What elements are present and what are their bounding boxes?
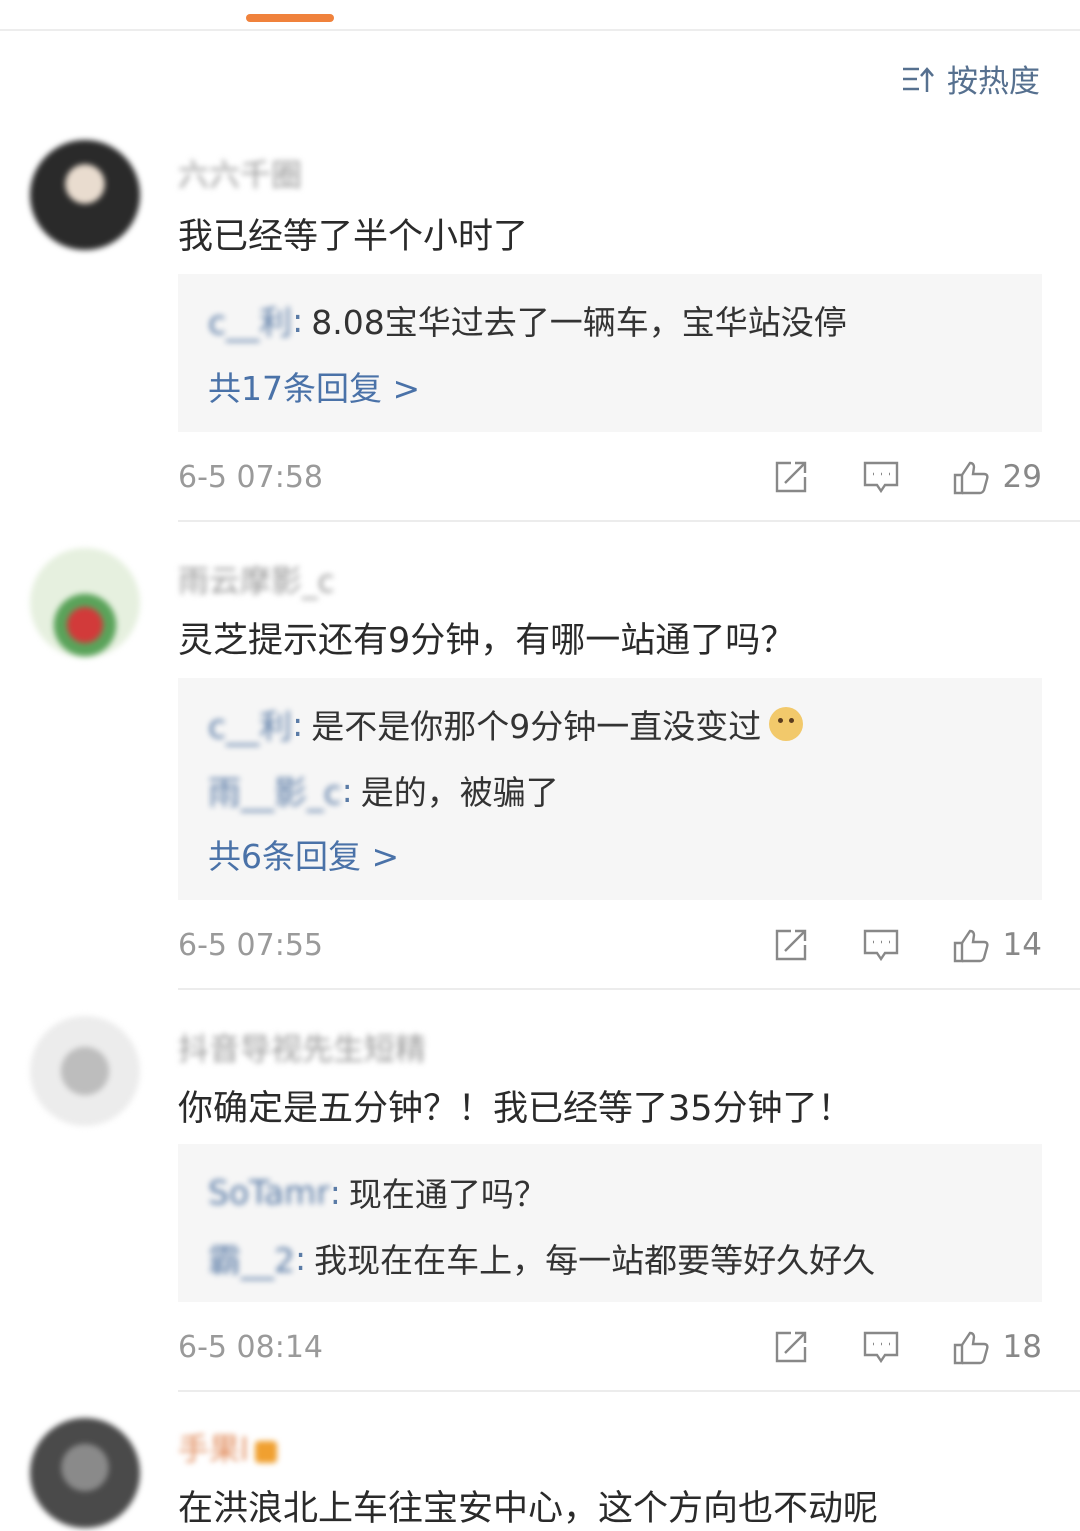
username-text: 手果l bbox=[178, 1432, 249, 1468]
comment-meta: 6-5 08:14 18 bbox=[178, 1322, 1042, 1372]
share-icon[interactable] bbox=[771, 457, 811, 497]
reply-text: 是的，被骗了 bbox=[360, 773, 559, 812]
reply-icon[interactable] bbox=[861, 457, 901, 497]
reply-box[interactable]: c__利: 8.08宝华过去了一辆车，宝华站没停 共17条回复 > bbox=[178, 274, 1042, 432]
reply-line: 霸__2: 我现在在车上，每一站都要等好久好久 bbox=[208, 1234, 1022, 1282]
username[interactable]: 六六千圈 bbox=[178, 150, 302, 195]
avatar[interactable] bbox=[30, 548, 140, 658]
comment-actions: 14 bbox=[721, 925, 1042, 965]
like-count: 14 bbox=[1002, 927, 1042, 963]
reply-username[interactable]: 霸__2 bbox=[208, 1234, 295, 1282]
reply-line: c__利: 8.08宝华过去了一辆车，宝华站没停 bbox=[208, 296, 1022, 344]
comment-text: 我已经等了半个小时了 bbox=[178, 217, 529, 257]
like-icon[interactable] bbox=[951, 1327, 991, 1367]
username[interactable]: 抖音导视先生短精 bbox=[178, 1024, 426, 1069]
sort-icon bbox=[903, 66, 934, 92]
reply-box[interactable]: SoTamr: 现在通了吗？ 霸__2: 我现在在车上，每一站都要等好久好久 bbox=[178, 1144, 1042, 1302]
comment-divider bbox=[178, 1390, 1080, 1392]
like-icon[interactable] bbox=[951, 925, 991, 965]
reply-username[interactable]: c__利 bbox=[208, 296, 292, 344]
reply-separator: : bbox=[292, 300, 304, 340]
reply-username[interactable]: 雨__影_c bbox=[208, 766, 342, 814]
reply-separator: : bbox=[292, 704, 304, 744]
like-count: 29 bbox=[1002, 459, 1042, 495]
reply-line: SoTamr: 现在通了吗？ bbox=[208, 1168, 1022, 1216]
top-divider bbox=[0, 29, 1080, 31]
reply-separator: : bbox=[329, 1172, 341, 1212]
comment-text: 你确定是五分钟？！我已经等了35分钟了！ bbox=[178, 1089, 853, 1129]
comment-text: 灵芝提示还有9分钟，有哪一站通了吗？ bbox=[178, 621, 796, 661]
sort-by-hot-button[interactable]: 按热度 bbox=[901, 56, 1040, 101]
reply-text: 现在通了吗？ bbox=[348, 1175, 547, 1214]
avatar[interactable] bbox=[30, 1418, 140, 1528]
comment-meta: 6-5 07:58 29 bbox=[178, 452, 1042, 502]
share-icon[interactable] bbox=[771, 1327, 811, 1367]
reply-box[interactable]: c__利: 是不是你那个9分钟一直没变过 雨__影_c: 是的，被骗了 共6条回… bbox=[178, 678, 1042, 900]
reply-icon[interactable] bbox=[861, 1327, 901, 1367]
avatar[interactable] bbox=[30, 140, 140, 250]
comment-time: 6-5 07:58 bbox=[178, 459, 323, 495]
more-replies-link[interactable]: 共17条回复 > bbox=[208, 362, 420, 410]
comment-actions: 29 bbox=[721, 457, 1042, 497]
comment-divider bbox=[178, 988, 1080, 990]
reply-line: 雨__影_c: 是的，被骗了 bbox=[208, 766, 1022, 814]
like-count: 18 bbox=[1002, 1329, 1042, 1365]
reply-username[interactable]: SoTamr bbox=[208, 1173, 330, 1212]
tab-indicator bbox=[246, 14, 334, 22]
reply-separator: : bbox=[295, 1238, 307, 1278]
reply-text: 是不是你那个9分钟一直没变过 bbox=[311, 707, 762, 746]
reply-line: c__利: 是不是你那个9分钟一直没变过 bbox=[208, 700, 1022, 748]
username[interactable]: 雨云摩影_c bbox=[178, 556, 335, 601]
sort-label: 按热度 bbox=[947, 64, 1040, 100]
member-badge-icon bbox=[254, 1440, 277, 1463]
reply-username[interactable]: c__利 bbox=[208, 700, 292, 748]
like-icon[interactable] bbox=[951, 457, 991, 497]
doge-emoji-icon bbox=[769, 707, 804, 741]
comment-actions: 18 bbox=[721, 1327, 1042, 1367]
comment-time: 6-5 08:14 bbox=[178, 1329, 323, 1365]
comment-divider bbox=[178, 520, 1080, 522]
reply-text: 8.08宝华过去了一辆车，宝华站没停 bbox=[311, 303, 847, 342]
comment-meta: 6-5 07:55 14 bbox=[178, 920, 1042, 970]
comment-time: 6-5 07:55 bbox=[178, 927, 323, 963]
reply-icon[interactable] bbox=[861, 925, 901, 965]
reply-separator: : bbox=[341, 770, 353, 810]
more-replies-link[interactable]: 共6条回复 > bbox=[208, 830, 399, 878]
comment-text: 在洪浪北上车往宝安中心，这个方向也不动呢 bbox=[178, 1489, 879, 1529]
share-icon[interactable] bbox=[771, 925, 811, 965]
username[interactable]: 手果l bbox=[178, 1424, 277, 1469]
avatar[interactable] bbox=[30, 1016, 140, 1126]
reply-text: 我现在在车上，每一站都要等好久好久 bbox=[314, 1241, 876, 1280]
